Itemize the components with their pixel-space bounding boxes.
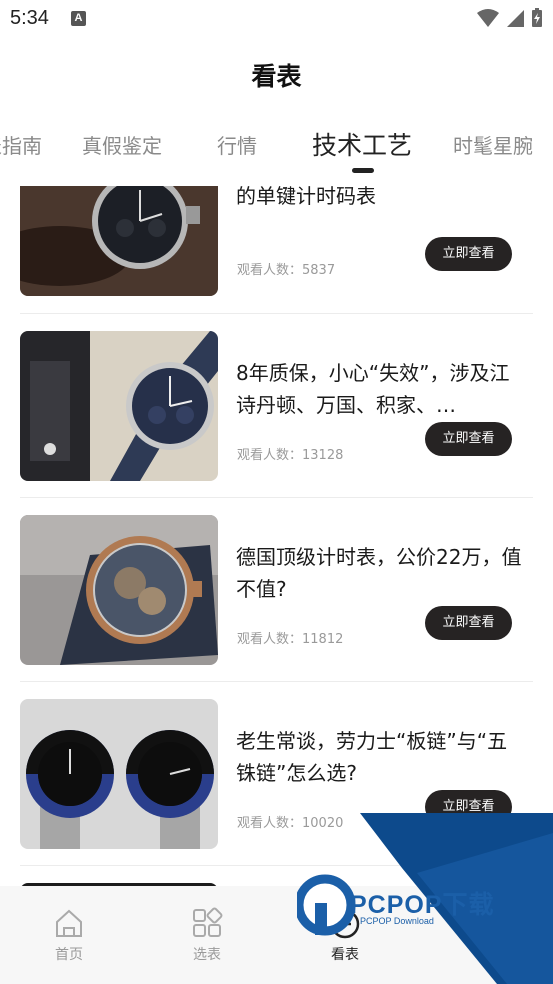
app-header: 看表 [0,52,553,102]
tab-celebrity-watches[interactable]: 时髦星腕 [453,130,533,159]
nav-watch-label: 看表 [331,947,359,963]
nav-home-label: 首页 [55,947,83,963]
tab-market[interactable]: 行情 [217,130,257,159]
watch-thumbnail [20,699,218,849]
divider [20,497,533,498]
nav-choose-label: 选表 [193,947,221,963]
watch-thumbnail [20,515,218,665]
watch-thumbnail [20,186,218,296]
divider [20,865,533,866]
tab-authentication[interactable]: 真假鉴定 [82,130,162,159]
item-title: 老生常谈，劳力士“板链”与“五铢链”怎么选? [236,729,508,785]
list-item[interactable]: 德国顶级计时表，公价22万，值不值? 观看人数：11812 立即查看 [20,515,533,665]
status-icons [477,8,543,28]
article-list: 浪今经典复刻，一枚该价位罕见的单键计时码表 观看人数：5837 立即查看 8年质… [0,186,553,886]
tab-guide[interactable]: 选表指南 [0,130,42,159]
home-icon [56,909,82,937]
nav-home[interactable]: 首页 [29,906,109,964]
list-item[interactable]: 浪今经典复刻，一枚该价位罕见的单键计时码表 观看人数：5837 立即查看 [20,186,533,296]
battery-icon [532,8,542,27]
item-title: 8年质保，小心“失效”，涉及江诗丹顿、万国、积家、… [236,361,510,417]
notification-a-icon: A [71,11,86,26]
tab-craftsmanship[interactable]: 技术工艺 [312,126,412,162]
status-time: 5:34 [10,7,49,29]
view-now-button[interactable]: 立即查看 [425,237,512,271]
item-title: 浪今经典复刻，一枚该价位罕见的单键计时码表 [236,186,376,208]
item-view-count: 观看人数：10020 [237,816,344,831]
wifi-icon [477,9,499,27]
signal-icon [507,10,524,27]
view-now-button[interactable]: 立即查看 [425,790,512,824]
view-now-button[interactable]: 立即查看 [425,606,512,640]
divider [20,313,533,314]
list-item[interactable]: 老生常谈，劳力士“板链”与“五铢链”怎么选? 观看人数：10020 立即查看 [20,699,533,849]
divider [20,681,533,682]
item-view-count: 观看人数：11812 [237,632,344,647]
item-view-count: 观看人数：13128 [237,448,344,463]
category-tabs: 选表指南 真假鉴定 行情 技术工艺 时髦星腕 [0,120,553,180]
page-title: 看表 [251,62,302,91]
nav-choose[interactable]: 选表 [167,906,247,964]
view-now-button[interactable]: 立即查看 [425,422,512,456]
status-bar: 5:34 A [0,0,553,38]
tab-active-indicator [352,168,374,173]
grid-icon [193,907,223,937]
list-item[interactable]: 8年质保，小心“失效”，涉及江诗丹顿、万国、积家、… 观看人数：13128 立即… [20,331,533,481]
watermark-subtitle: PCPOP Download [360,916,434,926]
watch-thumbnail [20,331,218,481]
item-title: 德国顶级计时表，公价22万，值不值? [236,545,522,601]
item-view-count: 观看人数：5837 [237,263,336,278]
